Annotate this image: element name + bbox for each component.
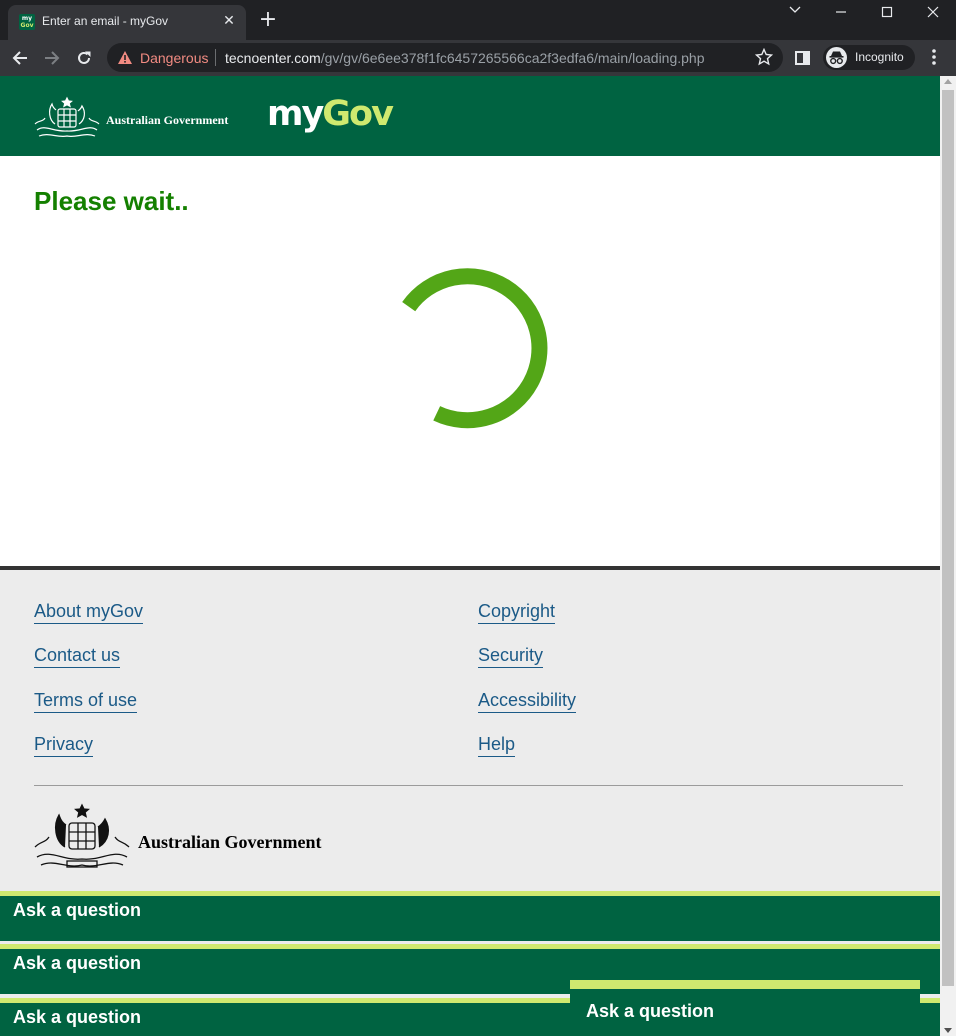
- site-header: Australian Government myGov: [0, 76, 940, 156]
- loading-spinner-icon: [402, 268, 548, 429]
- side-panel-icon[interactable]: [793, 48, 813, 68]
- url-host: tecnoenter.com: [225, 50, 321, 66]
- footer-link-contact[interactable]: Contact us: [34, 645, 121, 668]
- favicon-text-bottom: Gov: [20, 22, 34, 29]
- incognito-icon: [826, 47, 847, 68]
- warning-triangle-icon: [118, 51, 132, 64]
- address-bar[interactable]: Dangerous tecnoenter.com/gv/gv/6e6ee378f…: [107, 43, 783, 72]
- new-tab-button[interactable]: +: [256, 9, 280, 33]
- footer-link-security[interactable]: Security: [478, 645, 544, 668]
- footer-link-help[interactable]: Help: [478, 734, 516, 757]
- forward-arrow-icon[interactable]: [39, 45, 65, 71]
- australian-government-crest-icon: [34, 96, 100, 138]
- reload-icon[interactable]: [71, 45, 97, 71]
- header-government-name: Australian Government: [106, 113, 229, 127]
- logo-my: my: [267, 94, 324, 134]
- page-viewport: Australian Government myGov Please wait.…: [0, 76, 940, 1036]
- browser-tab[interactable]: my Gov Enter an email - myGov ✕: [8, 5, 246, 40]
- maximize-window-icon[interactable]: [864, 0, 910, 24]
- page-scrollbar[interactable]: [940, 76, 956, 1036]
- ask-question-widget-label: Ask a question: [586, 1001, 715, 1021]
- tab-close-icon[interactable]: ✕: [220, 11, 238, 29]
- footer-link-accessibility[interactable]: Accessibility: [478, 690, 577, 713]
- footer-government-name: Australian Government: [138, 832, 322, 852]
- footer-link-copyright[interactable]: Copyright: [478, 601, 556, 624]
- browser-tab-strip: my Gov Enter an email - myGov ✕ +: [0, 0, 956, 40]
- bookmark-star-icon[interactable]: [755, 48, 773, 66]
- tab-search-chevron-icon[interactable]: [772, 0, 818, 24]
- logo-gov: Gov: [322, 94, 394, 134]
- scroll-thumb[interactable]: [942, 90, 954, 986]
- browser-menu-icon[interactable]: [927, 47, 941, 67]
- ask-question-label: Ask a question: [13, 1007, 142, 1027]
- url-text[interactable]: tecnoenter.com/gv/gv/6e6ee378f1fc6457265…: [225, 50, 705, 66]
- close-window-icon[interactable]: [910, 0, 956, 24]
- tab-title: Enter an email - myGov: [42, 14, 169, 28]
- mygov-logo[interactable]: myGov: [267, 94, 394, 134]
- scroll-up-arrow-icon[interactable]: [944, 79, 952, 84]
- australian-government-crest-icon: [34, 803, 130, 868]
- incognito-label: Incognito: [855, 50, 904, 64]
- back-arrow-icon[interactable]: [7, 45, 33, 71]
- ask-question-widget[interactable]: Ask a question: [570, 980, 920, 1036]
- minimize-window-icon[interactable]: [818, 0, 864, 24]
- address-separator: [215, 49, 216, 66]
- ask-question-label: Ask a question: [13, 953, 142, 973]
- ask-question-label: Ask a question: [13, 900, 142, 920]
- incognito-profile-button[interactable]: Incognito: [823, 45, 915, 70]
- footer-divider: [34, 785, 903, 786]
- footer-link-about[interactable]: About myGov: [34, 601, 144, 624]
- ask-question-bar[interactable]: Ask a question: [0, 891, 940, 941]
- scroll-down-arrow-icon[interactable]: [944, 1028, 952, 1033]
- page-title: Please wait..: [34, 186, 189, 216]
- footer-link-terms[interactable]: Terms of use: [34, 690, 138, 713]
- favicon-text-top: my: [21, 15, 33, 22]
- mygov-favicon-icon: my Gov: [19, 14, 35, 30]
- url-path: /gv/gv/6e6ee378f1fc6457265566ca2f3edfa6/…: [320, 50, 705, 66]
- footer-link-privacy[interactable]: Privacy: [34, 734, 94, 757]
- security-status-label[interactable]: Dangerous: [140, 50, 209, 66]
